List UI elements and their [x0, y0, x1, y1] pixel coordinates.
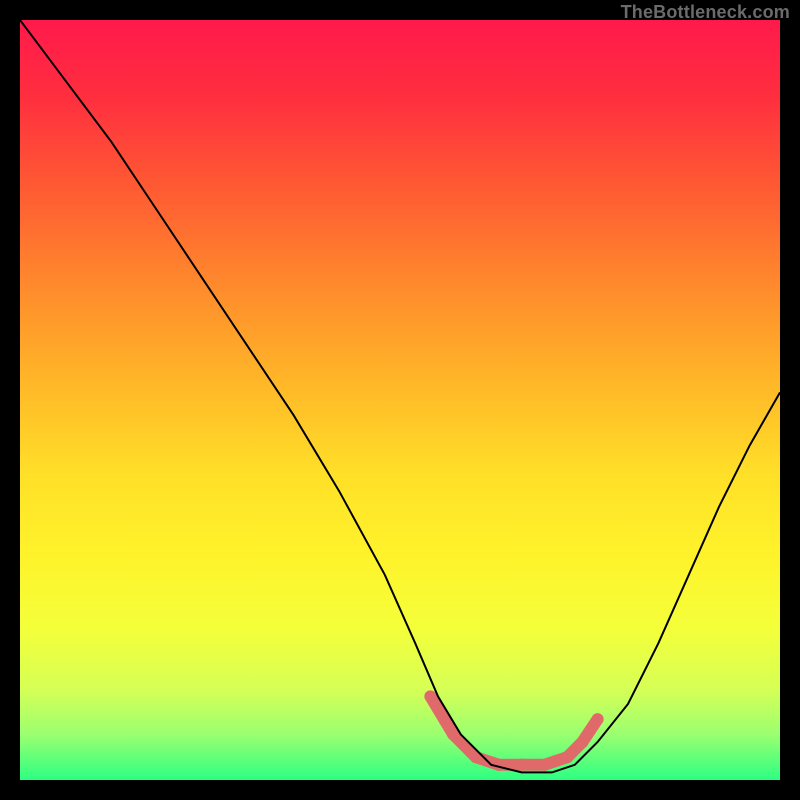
watermark-text: TheBottleneck.com — [621, 2, 790, 23]
marker-dot — [592, 713, 604, 725]
chart-container: TheBottleneck.com — [0, 0, 800, 800]
marker-dot — [424, 690, 436, 702]
marker-dot — [538, 759, 550, 771]
marker-dot — [576, 736, 588, 748]
gradient-background — [20, 20, 780, 780]
chart-svg — [20, 20, 780, 780]
plot-area — [20, 20, 780, 780]
marker-dot — [516, 759, 528, 771]
marker-dot — [561, 751, 573, 763]
